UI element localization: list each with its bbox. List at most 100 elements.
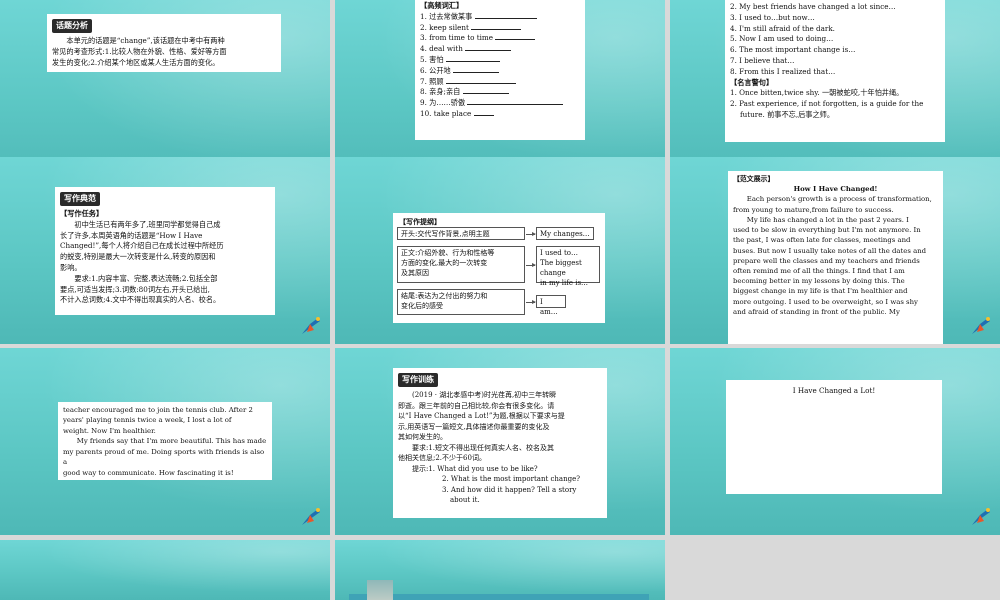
- essay-line: good way to communicate. How fascinating…: [63, 468, 234, 477]
- quote-2b: future. 前事不忘,后事之师。: [740, 109, 835, 119]
- task-line: 初中生活已有两年多了,班里同学都觉得自己成: [74, 219, 221, 229]
- parrot-icon: [302, 508, 320, 525]
- vocab-item: 7. 照顾: [420, 77, 580, 88]
- topic-line-3: 发生的变化;2.介绍某个地区或某人生活方面的变化。: [52, 57, 220, 67]
- parrot-icon: [972, 317, 990, 334]
- req-line: 要求:1.内容丰富、完整,表达流畅;2.包括全部: [74, 273, 218, 283]
- practice-line: 3. And how did it happen? Tell a story: [442, 485, 577, 494]
- sentence-item: 5. Now I am used to doing…: [730, 34, 834, 44]
- essay-line: teacher encouraged me to join the tennis…: [63, 406, 253, 414]
- writing-practice-card: 写作训练 (2019 · 湖北孝感中考)时光荏苒,初中三年转瞬 即逝。跟三年前的…: [393, 368, 607, 518]
- essay-line: years' playing tennis twice a week, I lo…: [63, 416, 232, 425]
- outline-ending-example: I am…: [536, 295, 566, 316]
- slide-grid: 话题分析 本单元的话题是“change”,该话题在中考中有两种 常见的考查形式:…: [0, 0, 1000, 600]
- model-essay-header: 【范文展示】: [733, 175, 775, 183]
- practice-line: 即逝。跟三年前的自己相比较,你会有很多变化。请: [398, 401, 555, 410]
- vocab-card: 【高频词汇】 1. 过去常做某事 2. keep silent 3. from …: [415, 0, 585, 140]
- task-line: 的蜕变,特别是最大一次转变是什么,转变的原因和: [60, 252, 216, 262]
- outline-card: 【写作提纲】 开头:交代写作背景,点明主题 My changes… 正文:介绍外…: [393, 213, 605, 323]
- banner-strip: [349, 594, 649, 600]
- vocab-item: 8. 亲身;亲自: [420, 87, 580, 98]
- slide-6[interactable]: 【范文展示】 How I Have Changed! Each person's…: [670, 157, 1000, 344]
- slide-11[interactable]: [335, 540, 665, 600]
- vocab-item: 2. keep silent: [420, 23, 580, 34]
- vocab-item: 6. 公开地: [420, 66, 580, 77]
- vocab-item: 1. 过去常做某事: [420, 12, 580, 23]
- task-line: 长了许多,本周英语角的话题是“How I Have: [60, 230, 203, 240]
- answer-card: I Have Changed a Lot!: [726, 380, 942, 494]
- outline-body-box: 正文:介绍外貌、行为和性格等 方面的变化,最大的一次转变 及其原因: [397, 246, 525, 283]
- essay-line: from young to mature,from failure to suc…: [733, 205, 894, 214]
- essay-line: used to be slow in everything but I'm no…: [733, 226, 921, 235]
- vocab-header: 【高频词汇】: [420, 1, 464, 10]
- outline-ending-box: 结尾:表达为之付出的努力和 变化后的感受: [397, 289, 525, 315]
- req-line: 不计入总词数;4.文中不得出现真实的人名、校名。: [60, 295, 221, 305]
- arrow-icon: [526, 263, 536, 267]
- essay-line: buses. But now I usually take notes of a…: [733, 246, 927, 255]
- task-line: 影响。: [60, 262, 82, 272]
- essay-line: Each person's growth is a process of tra…: [746, 195, 932, 204]
- writing-task-header: 【写作任务】: [60, 209, 104, 218]
- vocab-item: 9. 为……骄傲: [420, 98, 580, 109]
- outline-opening-example: My changes…: [536, 227, 594, 240]
- slide-10[interactable]: [0, 540, 330, 600]
- writing-practice-tag: 写作训练: [398, 373, 438, 387]
- essay-line: weight. Now I'm healthier.: [63, 426, 156, 435]
- sentence-item: 7. I believe that…: [730, 55, 795, 65]
- parrot-icon: [302, 317, 320, 334]
- topic-analysis-card: 话题分析 本单元的话题是“change”,该话题在中考中有两种 常见的考查形式:…: [47, 14, 281, 72]
- quote-2a: 2. Past experience, if not forgotten, is…: [730, 99, 924, 109]
- sentence-item: 3. I used to…but now…: [730, 12, 815, 22]
- essay-line: My friends say that I'm more beautiful. …: [76, 437, 267, 446]
- outline-opening-box: 开头:交代写作背景,点明主题: [397, 227, 525, 240]
- sentence-item: 2. My best friends have changed a lot si…: [730, 2, 896, 11]
- slide-9[interactable]: I Have Changed a Lot!: [670, 348, 1000, 535]
- practice-line: 要求:1.短文不得出现任何真实人名、校名及其: [412, 443, 555, 452]
- practice-line: 他相关信息;2.不少于60词。: [398, 454, 486, 462]
- req-line: 要点,可适当发挥;3.词数:80词左右,开头已给出,: [60, 284, 210, 294]
- vocab-item: 5. 害怕: [420, 55, 580, 66]
- essay-line: My life has changed a lot in the past 2 …: [746, 215, 909, 224]
- sentence-item: 4. I'm still afraid of the dark.: [730, 23, 835, 33]
- essay-line: more outgoing. I used to be overweight, …: [733, 297, 918, 306]
- answer-title: I Have Changed a Lot!: [792, 386, 876, 395]
- essay-line: and afraid of standing in front of the p…: [733, 307, 900, 316]
- essay-line: becoming better in my lessons by doing t…: [733, 277, 905, 286]
- essay-line: my parents proud of me. Doing sports wit…: [63, 447, 265, 467]
- slide-7[interactable]: teacher encouraged me to join the tennis…: [0, 348, 330, 535]
- slide-5[interactable]: 【写作提纲】 开头:交代写作背景,点明主题 My changes… 正文:介绍外…: [335, 157, 665, 344]
- practice-line: about it.: [450, 496, 480, 504]
- practice-line: 示,用英语写一篇短文,具体描述你最重要的变化及: [398, 422, 550, 431]
- essay-line: biggest change in my life is that I'm he…: [733, 287, 908, 296]
- topic-analysis-tag: 话题分析: [52, 19, 92, 33]
- outline-header: 【写作提纲】: [399, 217, 441, 226]
- practice-line: 2. What is the most important change?: [442, 475, 580, 483]
- essay-line: prepare well the classes and my teachers…: [733, 256, 920, 265]
- outline-body-example: I used to… The biggest change in my life…: [536, 246, 600, 287]
- quote-1: 1. Once bitten,twice shy. 一朝被蛇咬,十年怕井绳。: [730, 88, 904, 98]
- vocab-item: 10. take place: [420, 109, 580, 120]
- slide-8[interactable]: 写作训练 (2019 · 湖北孝感中考)时光荏苒,初中三年转瞬 即逝。跟三年前的…: [335, 348, 665, 535]
- topic-line-2: 常见的考查形式:1.比较人物在外貌、性格、爱好等方面: [52, 46, 227, 56]
- photo-thumbnail: [367, 580, 393, 600]
- practice-line: (2019 · 湖北孝感中考)时光荏苒,初中三年转瞬: [412, 391, 557, 399]
- vocab-item: 4. deal with: [420, 44, 580, 55]
- model-essay-continued-card: teacher encouraged me to join the tennis…: [58, 402, 272, 480]
- practice-line: 提示:1. What did you use to be like?: [412, 464, 538, 473]
- practice-line: 以“I Have Changed a Lot!”为题,根据以下要求与提: [398, 412, 565, 420]
- model-essay-title: How I Have Changed!: [793, 185, 878, 194]
- sentences-card: 2. My best friends have changed a lot si…: [725, 0, 945, 142]
- essay-line: often remind me of all the things. I fin…: [733, 266, 905, 275]
- writing-example-tag: 写作典范: [60, 192, 100, 206]
- practice-line: 其如何发生的。: [398, 433, 447, 441]
- task-line: Changed!”,每个人将介绍自己在成长过程中所经历: [60, 241, 224, 251]
- model-essay-card: 【范文展示】 How I Have Changed! Each person's…: [728, 171, 943, 344]
- vocab-item: 3. from time to time: [420, 33, 580, 44]
- quotes-header: 【名言警句】: [730, 77, 774, 87]
- topic-line-1: 本单元的话题是“change”,该话题在中考中有两种: [66, 36, 225, 45]
- sentence-item: 8. From this I realized that…: [730, 66, 836, 76]
- arrow-icon: [526, 232, 536, 236]
- arrow-icon: [526, 300, 536, 304]
- writing-task-card: 写作典范 【写作任务】 初中生活已有两年多了,班里同学都觉得自己成 长了许多,本…: [55, 187, 275, 315]
- slide-4[interactable]: 写作典范 【写作任务】 初中生活已有两年多了,班里同学都觉得自己成 长了许多,本…: [0, 157, 330, 344]
